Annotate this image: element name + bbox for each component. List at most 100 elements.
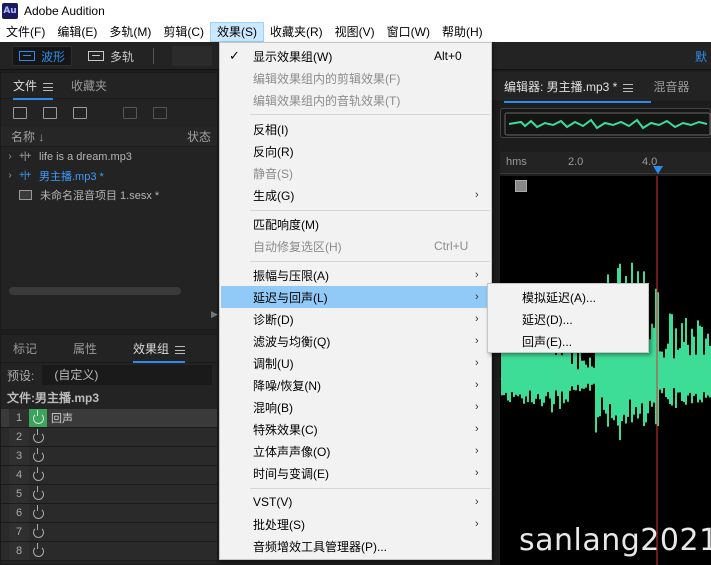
menu-item-time-pitch[interactable]: 时间与变调(E) › bbox=[221, 462, 491, 484]
panel-menu-icon[interactable] bbox=[43, 82, 54, 91]
submenu-arrow-icon: › bbox=[475, 423, 479, 435]
power-toggle[interactable] bbox=[29, 485, 47, 503]
submenu-arrow-icon: › bbox=[475, 379, 479, 391]
submenu-arrow-icon: › bbox=[475, 335, 479, 347]
menu-item-diagnostics[interactable]: 诊断(D) › bbox=[221, 308, 491, 330]
tab-files[interactable]: 文件 bbox=[13, 77, 54, 100]
audio-file-icon: +|+ bbox=[19, 170, 31, 181]
timeline-tick: 2.0 bbox=[568, 156, 584, 168]
toolbar-tool-group[interactable] bbox=[172, 46, 212, 66]
tab-favorites[interactable]: 收藏夹 bbox=[71, 77, 107, 94]
preset-select[interactable]: (自定义) bbox=[42, 365, 213, 385]
menu-item-delay-echo[interactable]: 延迟与回声(L) › bbox=[221, 286, 491, 308]
timeline-ruler[interactable]: hms 2.0 4.0 bbox=[500, 152, 711, 174]
tab-properties[interactable]: 属性 bbox=[73, 340, 97, 357]
delete-icon[interactable] bbox=[153, 107, 167, 119]
submenu-arrow-icon: › bbox=[475, 518, 479, 530]
playhead-handle[interactable] bbox=[653, 166, 663, 174]
power-toggle[interactable] bbox=[29, 428, 47, 446]
power-icon bbox=[32, 409, 44, 424]
effect-slot[interactable]: 3 bbox=[1, 447, 217, 466]
menu-clip[interactable]: 剪辑(C) bbox=[157, 22, 210, 42]
column-name[interactable]: 名称 ↓ bbox=[11, 128, 44, 145]
menu-item-delay[interactable]: 延迟(D)... bbox=[489, 308, 647, 330]
waveform-mode-button[interactable]: 波形 bbox=[12, 46, 73, 66]
menu-item-reverb[interactable]: 混响(B) › bbox=[221, 396, 491, 418]
menu-window[interactable]: 窗口(W) bbox=[381, 22, 436, 42]
power-toggle[interactable] bbox=[29, 447, 47, 465]
tab-mixer[interactable]: 混音器 bbox=[653, 78, 689, 95]
menu-item-match-loudness[interactable]: 匹配响度(M) bbox=[221, 213, 491, 235]
watermark-text: sanlang2021 bbox=[519, 523, 711, 558]
menu-item-generate[interactable]: 生成(G) › bbox=[221, 184, 491, 206]
file-row[interactable]: › +|+ life is a dream.mp3 bbox=[1, 147, 217, 166]
menu-item-stereo-imagery[interactable]: 立体声声像(O) › bbox=[221, 440, 491, 462]
open-file-icon[interactable] bbox=[13, 107, 27, 119]
tab-markers[interactable]: 标记 bbox=[13, 340, 37, 357]
multitrack-mode-button[interactable]: 多轨 bbox=[82, 46, 140, 66]
insert-icon[interactable] bbox=[123, 107, 137, 119]
horizontal-scrollbar[interactable] bbox=[9, 287, 181, 295]
menu-item-analog-delay[interactable]: 模拟延迟(A)... bbox=[489, 286, 647, 308]
power-toggle[interactable] bbox=[29, 409, 47, 427]
chevron-right-icon[interactable]: › bbox=[1, 170, 19, 181]
waveform-overview[interactable] bbox=[500, 108, 711, 138]
menu-item-invert[interactable]: 反相(I) bbox=[221, 118, 491, 140]
menu-item-noise-reduction[interactable]: 降噪/恢复(N) › bbox=[221, 374, 491, 396]
menu-item-amplitude[interactable]: 振幅与压限(A) › bbox=[221, 264, 491, 286]
menu-view[interactable]: 视图(V) bbox=[329, 22, 381, 42]
submenu-arrow-icon: › bbox=[475, 445, 479, 457]
new-file-icon[interactable] bbox=[73, 107, 87, 119]
power-toggle[interactable] bbox=[29, 466, 47, 484]
menu-item-plugin-manager[interactable]: 音频增效工具管理器(P)... bbox=[221, 535, 491, 557]
menu-help[interactable]: 帮助(H) bbox=[436, 22, 489, 42]
menu-item-vst[interactable]: VST(V) › bbox=[221, 491, 491, 513]
waveform-display[interactable] bbox=[500, 176, 711, 565]
file-name: 未命名混音项目 1.sesx * bbox=[40, 189, 160, 202]
menu-item-batch[interactable]: 批处理(S) › bbox=[221, 513, 491, 535]
menu-item-modulation[interactable]: 调制(U) › bbox=[221, 352, 491, 374]
files-panel: 文件 收藏夹 名称 ↓ 状态 › +|+ life is a dream.mp3… bbox=[0, 72, 218, 330]
effect-slot[interactable]: 8 bbox=[1, 542, 217, 561]
tab-effects-rack[interactable]: 效果组 bbox=[133, 340, 186, 363]
menu-item-silence[interactable]: 静音(S) bbox=[221, 162, 491, 184]
effect-slot[interactable]: 4 bbox=[1, 466, 217, 485]
toolbar-divider bbox=[153, 48, 154, 64]
submenu-arrow-icon: › bbox=[475, 313, 479, 325]
power-toggle[interactable] bbox=[29, 542, 47, 560]
menu-item-filter-eq[interactable]: 滤波与均衡(Q) › bbox=[221, 330, 491, 352]
zoom-toggle-icon[interactable] bbox=[515, 180, 527, 192]
window-title: Adobe Audition bbox=[24, 4, 105, 18]
column-status[interactable]: 状态 bbox=[187, 128, 211, 145]
menu-favorites[interactable]: 收藏夹(R) bbox=[264, 22, 329, 42]
chevron-right-icon[interactable]: › bbox=[1, 151, 19, 162]
power-toggle[interactable] bbox=[29, 523, 47, 541]
panel-menu-icon[interactable] bbox=[623, 83, 634, 92]
effect-slot[interactable]: 6 bbox=[1, 504, 217, 523]
menu-item-show-effects-rack[interactable]: ✓ 显示效果组(W) Alt+0 bbox=[221, 45, 491, 67]
effect-slot[interactable]: 2 bbox=[1, 428, 217, 447]
effect-slot[interactable]: 1 回声 bbox=[1, 409, 217, 428]
panel-menu-icon[interactable] bbox=[175, 345, 186, 354]
scroll-right-icon[interactable]: ▶ bbox=[211, 309, 218, 320]
menu-item-edit-clip-effects[interactable]: 编辑效果组内的剪辑效果(F) bbox=[221, 67, 491, 89]
menu-effects[interactable]: 效果(S) bbox=[210, 22, 264, 42]
file-row[interactable]: › +|+ 男主播.mp3 * bbox=[1, 166, 217, 185]
effect-slot[interactable]: 7 bbox=[1, 523, 217, 542]
menu-item-special[interactable]: 特殊效果(C) › bbox=[221, 418, 491, 440]
slot-number: 3 bbox=[9, 447, 29, 465]
workspace-label[interactable]: 默 bbox=[695, 48, 707, 65]
menu-edit[interactable]: 编辑(E) bbox=[51, 22, 103, 42]
menu-item-reverse[interactable]: 反向(R) bbox=[221, 140, 491, 162]
submenu-arrow-icon: › bbox=[475, 401, 479, 413]
effect-slot[interactable]: 5 bbox=[1, 485, 217, 504]
tab-editor[interactable]: 编辑器: 男主播.mp3 * bbox=[504, 78, 652, 103]
import-file-icon[interactable] bbox=[43, 107, 57, 119]
menu-multitrack[interactable]: 多轨(M) bbox=[103, 22, 157, 42]
menu-item-edit-track-effects[interactable]: 编辑效果组内的音轨效果(T) bbox=[221, 89, 491, 111]
file-row[interactable]: 未命名混音项目 1.sesx * bbox=[1, 185, 217, 204]
menu-file[interactable]: 文件(F) bbox=[0, 22, 51, 42]
power-toggle[interactable] bbox=[29, 504, 47, 522]
menu-item-auto-heal[interactable]: 自动修复选区(H) Ctrl+U bbox=[221, 235, 491, 257]
menu-item-echo[interactable]: 回声(E)... bbox=[489, 330, 647, 352]
